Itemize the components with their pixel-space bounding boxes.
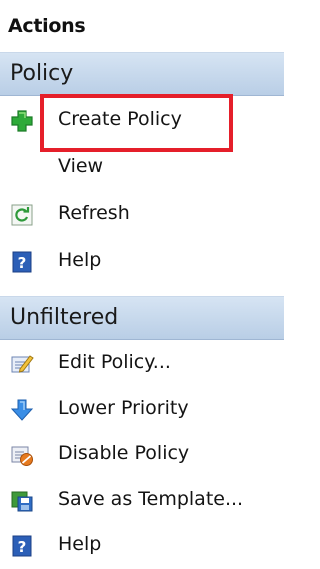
svg-text:?: ?	[18, 254, 27, 272]
help-icon: ?	[10, 250, 34, 274]
action-create-policy[interactable]: Create Policy	[0, 97, 284, 144]
action-refresh[interactable]: Refresh	[0, 191, 284, 238]
action-label: Create Policy	[58, 108, 182, 130]
action-edit-policy[interactable]: Edit Policy...	[0, 340, 284, 387]
section-title-policy: Policy	[10, 61, 74, 86]
down-arrow-icon	[10, 398, 34, 422]
svg-text:?: ?	[18, 538, 27, 556]
action-label: Help	[58, 533, 102, 555]
disable-icon	[10, 443, 34, 467]
refresh-icon	[10, 203, 34, 227]
action-label: Edit Policy...	[58, 351, 171, 373]
action-disable-policy[interactable]: Disable Policy	[0, 431, 284, 478]
section-title-unfiltered: Unfiltered	[10, 305, 119, 330]
action-label: Help	[58, 249, 102, 271]
section-header-unfiltered[interactable]: Unfiltered	[0, 296, 284, 340]
section-header-policy[interactable]: Policy	[0, 52, 284, 96]
actions-pane: Actions Policy Create Policy View Refres…	[0, 0, 284, 557]
action-lower-priority[interactable]: Lower Priority	[0, 386, 284, 433]
actions-title: Actions	[8, 15, 86, 37]
actions-header: Actions	[0, 0, 284, 52]
green-plus-icon	[10, 109, 34, 133]
action-help-unfiltered[interactable]: ? Help	[0, 522, 284, 569]
action-help-policy[interactable]: ? Help	[0, 238, 284, 285]
edit-icon	[10, 352, 34, 376]
action-label: View	[58, 155, 104, 177]
help-icon: ?	[10, 534, 34, 558]
action-label: Save as Template...	[58, 488, 244, 510]
action-label: Lower Priority	[58, 397, 189, 419]
save-template-icon	[10, 489, 34, 513]
action-view[interactable]: View	[0, 144, 284, 191]
action-label: Disable Policy	[58, 442, 190, 464]
action-save-as-template[interactable]: Save as Template...	[0, 477, 284, 524]
action-label: Refresh	[58, 202, 130, 224]
